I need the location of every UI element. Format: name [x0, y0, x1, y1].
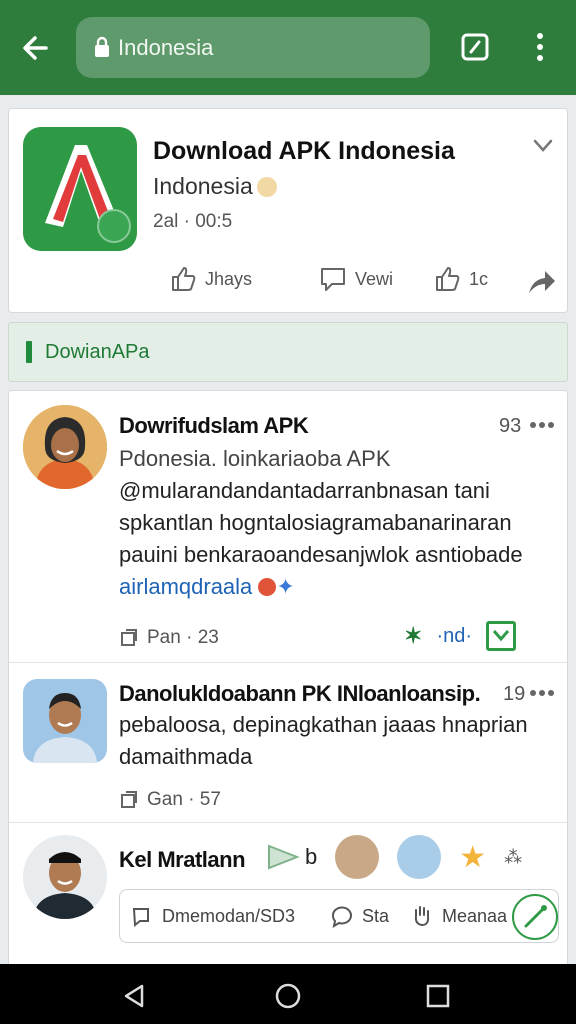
check-box-icon[interactable] — [486, 621, 517, 651]
post-count: 93 — [499, 415, 522, 437]
composer-item[interactable]: Dmemodan/SD3 — [130, 904, 295, 928]
hand-icon — [414, 906, 430, 927]
post-footer-text: Gan · 57 — [147, 789, 221, 810]
section-label: DowianAPa — [45, 341, 150, 363]
reply-composer[interactable]: Dmemodan/SD3 Sta Meanaa — [119, 889, 559, 943]
coin-icon — [256, 177, 277, 197]
post-line: pauini benkaraoandesanjwlok asntiobade — [119, 542, 523, 567]
comment-icon — [321, 268, 345, 291]
composer-label: Meanaa — [442, 905, 508, 926]
section-banner[interactable]: DowianAPa — [8, 322, 568, 382]
feed-post[interactable]: Kel Mratlann b ★ ⁂ Dmemodan/SD3 Sta Mean… — [9, 823, 567, 964]
comment-button[interactable]: Vewi — [319, 265, 393, 293]
post-author[interactable]: Dowrifudslam APK — [119, 413, 309, 439]
reaction-text: ·nd· — [436, 624, 473, 647]
post-line: spkantlan hogntalosiagramabanarinaran — [119, 510, 512, 535]
comment-label: Vewi — [355, 268, 394, 289]
chip-row: b ★ ⁂ — [267, 835, 522, 879]
nav-home-icon[interactable] — [274, 982, 302, 1010]
sparkles-icon[interactable]: ⁂ — [504, 847, 522, 868]
avatar[interactable] — [23, 835, 107, 919]
banner-accent — [26, 341, 32, 363]
reaction-bar: ✶ ·nd· — [404, 621, 517, 651]
post-footer[interactable]: Pan · 23 — [119, 627, 219, 649]
chevron-down-icon[interactable] — [533, 139, 553, 153]
note-chip-icon[interactable] — [397, 835, 442, 879]
star-icon: ✦ — [276, 574, 295, 599]
app-subtitle: Indonesia — [153, 173, 277, 200]
forward-arrow-icon[interactable] — [527, 267, 557, 295]
nav-back-icon[interactable] — [120, 982, 148, 1010]
copy-icon — [121, 629, 137, 646]
star-icon[interactable]: ★ — [459, 840, 486, 875]
post-body: pebaloosa, depinagkathan jaaas hnaprian … — [119, 709, 549, 773]
post-body: Pdonesia. loinkariaoba APK @mularandanda… — [119, 443, 549, 603]
composer-label: Dmemodan/SD3 — [162, 905, 296, 926]
more-horizontal-icon[interactable] — [529, 421, 555, 429]
android-badge-icon — [97, 209, 131, 243]
avatar[interactable] — [23, 405, 107, 489]
chip-suffix: b — [305, 844, 318, 869]
more-horizontal-icon[interactable] — [529, 689, 555, 697]
app-actions: Jhays Vewi 1c — [169, 261, 559, 297]
app-logo-icon — [23, 127, 137, 251]
compose-fab[interactable] — [512, 894, 558, 940]
chat-icon — [331, 906, 352, 928]
composer-item[interactable]: Sta — [330, 904, 389, 928]
play-icon[interactable] — [267, 842, 301, 872]
composer-item[interactable]: Meanaa — [410, 904, 507, 928]
nav-recents-icon[interactable] — [424, 982, 452, 1010]
app-title: Download APK Indonesia — [153, 137, 455, 165]
like-label: Jhays — [205, 268, 253, 289]
feed: Dowrifudslam APK 93 Pdonesia. loinkariao… — [8, 390, 568, 965]
tab-switcher-icon[interactable] — [460, 32, 490, 62]
post-line: pebaloosa, depinagkathan jaaas hnaprian — [119, 712, 528, 737]
feed-post[interactable]: Danolukldoabann PK INloanloansip. 19 peb… — [9, 663, 567, 823]
thumbs-up-icon — [172, 267, 196, 291]
share-icon — [436, 267, 460, 291]
browser-toolbar: Indonesia — [0, 0, 576, 95]
more-vertical-icon[interactable] — [532, 32, 548, 62]
app-timestamp: 2al · 00:5 — [153, 211, 233, 232]
avatar[interactable] — [23, 679, 107, 763]
address-bar[interactable]: Indonesia — [76, 17, 430, 78]
post-count: 19 — [503, 683, 526, 705]
composer-label: Sta — [362, 905, 390, 926]
post-footer[interactable]: Gan · 57 — [119, 789, 221, 811]
system-nav-bar — [0, 964, 576, 1024]
share-button[interactable]: 1c — [433, 265, 488, 293]
sparkle-icon[interactable]: ✶ — [404, 623, 422, 649]
message-icon — [132, 908, 149, 927]
post-line: @mularandandantadarranbnasan tani — [119, 478, 490, 503]
post-footer-text: Pan · 23 — [147, 627, 219, 648]
app-card[interactable]: Download APK Indonesia Indonesia 2al · 0… — [8, 108, 568, 313]
post-author[interactable]: Kel Mratlann — [119, 847, 246, 873]
share-count: 1c — [469, 268, 489, 289]
like-button[interactable]: Jhays — [169, 265, 252, 293]
avatar-chip[interactable] — [335, 835, 380, 879]
feed-post[interactable]: Dowrifudslam APK 93 Pdonesia. loinkariao… — [9, 391, 567, 663]
post-author[interactable]: Danolukldoabann PK INloanloansip. — [119, 681, 519, 707]
post-line: damaithmada — [119, 744, 253, 769]
post-hashtag[interactable]: airlamqdraala — [119, 574, 252, 599]
url-text: Indonesia — [118, 35, 214, 60]
emoji-icon — [258, 578, 277, 596]
back-arrow-icon[interactable] — [16, 28, 56, 68]
copy-icon — [121, 791, 137, 808]
post-line: Pdonesia. loinkariaoba APK — [119, 446, 391, 471]
edit-icon — [524, 905, 547, 928]
lock-icon — [95, 36, 109, 57]
